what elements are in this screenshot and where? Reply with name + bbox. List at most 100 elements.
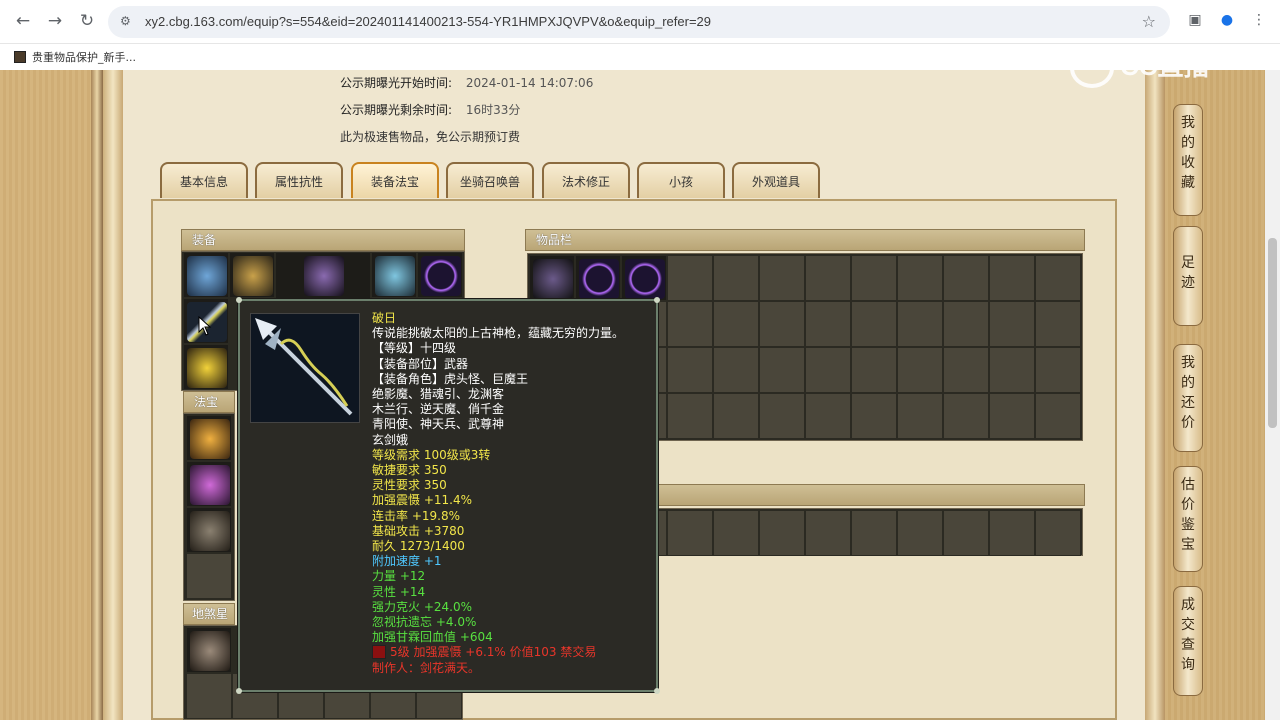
inventory-slot[interactable] <box>989 301 1035 347</box>
inventory-slot[interactable] <box>759 255 805 301</box>
fabao-slot[interactable] <box>186 507 232 553</box>
inventory-slot[interactable] <box>1035 510 1081 556</box>
menu-kebab-icon[interactable]: ⋮ <box>1250 12 1268 30</box>
inventory-slot[interactable] <box>1035 393 1081 439</box>
inventory-slot[interactable] <box>1035 301 1081 347</box>
inventory-slot[interactable] <box>667 255 713 301</box>
ring-item-icon[interactable] <box>187 348 227 388</box>
inventory-slot[interactable] <box>667 347 713 393</box>
inventory-slot[interactable] <box>1035 255 1081 301</box>
fabao-slot[interactable] <box>186 461 232 507</box>
inventory-slot[interactable] <box>759 393 805 439</box>
inventory-slot[interactable] <box>713 510 759 556</box>
inventory-slot[interactable] <box>759 347 805 393</box>
inventory-slot[interactable] <box>759 510 805 556</box>
inventory-slot[interactable] <box>805 510 851 556</box>
equip-slot[interactable] <box>183 252 229 298</box>
inventory-slot[interactable] <box>713 393 759 439</box>
item-image <box>250 313 360 423</box>
equip-slot[interactable] <box>417 252 463 298</box>
tab-appearance[interactable]: 外观道具 <box>732 162 820 198</box>
fabao-item-icon[interactable] <box>190 419 230 459</box>
inventory-slot[interactable] <box>851 510 897 556</box>
nav-my-favorites[interactable]: 我的收藏 <box>1173 104 1203 216</box>
inventory-slot[interactable] <box>621 255 667 301</box>
nav-price-appraisal[interactable]: 估价鉴宝 <box>1173 466 1203 572</box>
forward-arrow-icon[interactable]: → <box>44 10 66 32</box>
necklace-item-icon[interactable] <box>233 256 273 296</box>
address-bar[interactable]: ⚙ xy2.cbg.163.com/equip?s=554&eid=202401… <box>108 6 1170 38</box>
inventory-slot[interactable] <box>851 301 897 347</box>
inventory-slot[interactable] <box>805 393 851 439</box>
side-panel-icon[interactable]: ▣ <box>1186 12 1204 30</box>
tab-mounts-pets[interactable]: 坐骑召唤兽 <box>446 162 534 198</box>
tab-spell-correction[interactable]: 法术修正 <box>542 162 630 198</box>
inventory-slot[interactable] <box>529 255 575 301</box>
inventory-slot[interactable] <box>851 255 897 301</box>
inventory-slot[interactable] <box>1035 347 1081 393</box>
amulet-item-icon[interactable] <box>579 259 619 299</box>
warrior-item-icon[interactable] <box>190 631 230 671</box>
url-text[interactable]: xy2.cbg.163.com/equip?s=554&eid=20240114… <box>145 14 711 29</box>
inventory-slot[interactable] <box>897 255 943 301</box>
inventory-slot[interactable] <box>667 510 713 556</box>
reload-icon[interactable]: ↻ <box>76 10 98 32</box>
inventory-slot[interactable] <box>897 347 943 393</box>
inventory-slot[interactable] <box>713 255 759 301</box>
inventory-slot[interactable] <box>943 393 989 439</box>
dishaxing-slot[interactable] <box>186 673 232 719</box>
inventory-slot[interactable] <box>759 301 805 347</box>
inventory-slot[interactable] <box>667 393 713 439</box>
inventory-slot[interactable] <box>713 347 759 393</box>
character-item-icon[interactable] <box>533 259 573 299</box>
inventory-slot[interactable] <box>851 393 897 439</box>
inventory-slot[interactable] <box>713 301 759 347</box>
site-settings-icon[interactable]: ⚙ <box>120 13 136 29</box>
inventory-slot[interactable] <box>667 301 713 347</box>
tab-equipment[interactable]: 装备法宝 <box>351 162 439 198</box>
inventory-slot[interactable] <box>989 347 1035 393</box>
inventory-slot[interactable] <box>805 255 851 301</box>
gem-icon <box>372 645 386 660</box>
fabao-item-icon[interactable] <box>190 465 230 505</box>
bookmark-item[interactable]: 贵重物品保护_新手... <box>14 49 136 65</box>
equip-slot[interactable] <box>183 344 229 390</box>
inventory-slot[interactable] <box>805 301 851 347</box>
tooltip-line: 制作人：剑花满天。 <box>372 660 481 675</box>
nav-transaction-query[interactable]: 成交查询 <box>1173 586 1203 696</box>
inventory-slot[interactable] <box>989 255 1035 301</box>
mask-item-icon[interactable] <box>375 256 415 296</box>
tooltip-line: 玄剑娥 <box>372 432 409 447</box>
inventory-slot[interactable] <box>851 347 897 393</box>
scrollbar[interactable] <box>1265 70 1280 720</box>
amulet-item-icon[interactable] <box>625 259 665 299</box>
nav-footprints[interactable]: 足迹 <box>1173 226 1203 326</box>
inventory-slot[interactable] <box>897 393 943 439</box>
scrollbar-thumb[interactable] <box>1268 238 1277 428</box>
inventory-slot[interactable] <box>805 347 851 393</box>
nav-my-counteroffers[interactable]: 我的还价 <box>1173 344 1203 452</box>
inventory-slot[interactable] <box>989 393 1035 439</box>
inventory-slot[interactable] <box>897 510 943 556</box>
tab-child[interactable]: 小孩 <box>637 162 725 198</box>
fabao-item-icon[interactable] <box>190 511 230 551</box>
tab-attributes[interactable]: 属性抗性 <box>255 162 343 198</box>
tab-basic-info[interactable]: 基本信息 <box>160 162 248 198</box>
dishaxing-slot[interactable] <box>186 627 232 673</box>
back-arrow-icon[interactable]: ← <box>12 10 34 32</box>
fabao-slot[interactable] <box>186 415 232 461</box>
inventory-slot[interactable] <box>989 510 1035 556</box>
equip-slot[interactable] <box>371 252 417 298</box>
inventory-slot[interactable] <box>943 510 989 556</box>
helmet-item-icon[interactable] <box>187 256 227 296</box>
inventory-slot[interactable] <box>943 255 989 301</box>
inventory-slot[interactable] <box>897 301 943 347</box>
equip-slot[interactable] <box>229 252 275 298</box>
inventory-slot[interactable] <box>943 347 989 393</box>
amulet-item-icon[interactable] <box>421 256 461 296</box>
profile-avatar-icon[interactable]: ● <box>1218 12 1236 30</box>
inventory-slot[interactable] <box>575 255 621 301</box>
inventory-slot[interactable] <box>943 301 989 347</box>
fabao-slot[interactable] <box>186 553 232 599</box>
bookmark-star-icon[interactable]: ☆ <box>1142 12 1156 31</box>
